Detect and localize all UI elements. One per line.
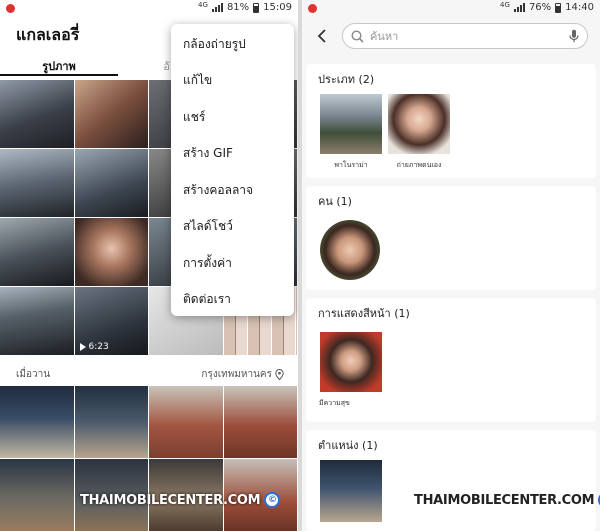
menu-item-create-collage[interactable]: สร้างคอลลาจ xyxy=(171,172,294,209)
status-bar: 4G 76% 14:40 xyxy=(302,0,600,16)
search-header: ค้นหา xyxy=(302,16,600,56)
watermark: THAIMOBILECENTER.COM © xyxy=(414,492,600,508)
photo-thumbnail[interactable] xyxy=(0,218,74,286)
section-date: เมื่อวาน xyxy=(16,368,51,380)
back-arrow-icon xyxy=(317,29,326,43)
photo-thumbnail[interactable] xyxy=(0,149,74,217)
expression-title: การแสดงสีหน้า (1) xyxy=(318,307,410,320)
battery-icon xyxy=(253,2,260,13)
app-notification-icon xyxy=(308,3,317,13)
category-title: ประเภท (2) xyxy=(318,73,375,86)
panorama-thumbnail[interactable] xyxy=(320,94,382,154)
photo-thumbnail[interactable] xyxy=(74,218,148,286)
location-card: ตำแหน่ง (1) xyxy=(306,430,596,531)
network-label: 4G xyxy=(198,1,208,10)
photo-thumbnail[interactable] xyxy=(0,386,74,458)
gallery-screen: 4G 81% 15:09 แกลเลอรี่ รูปภาพ อัลบั้ม 6:… xyxy=(0,0,298,531)
signal-icon xyxy=(513,3,525,13)
copyright-icon: © xyxy=(264,492,281,508)
clock: 15:09 xyxy=(263,2,292,14)
search-icon xyxy=(351,29,364,43)
app-notification-icon xyxy=(6,3,15,13)
menu-item-slideshow[interactable]: สไลด์โชว์ xyxy=(171,209,294,246)
category-card: ประเภท (2) พาโนราม่า ถ่ายภาพตนเอง xyxy=(306,64,596,178)
selfie-thumbnail[interactable] xyxy=(388,94,450,154)
person-face-thumbnail[interactable] xyxy=(320,220,380,280)
photo-thumbnail[interactable] xyxy=(0,287,74,355)
photo-grid-yesterday xyxy=(0,386,298,531)
people-card: คน (1) xyxy=(306,186,596,290)
menu-item-settings[interactable]: การตั้งค่า xyxy=(171,245,294,282)
overflow-menu: กล้องถ่ายรูป แก้ไข แชร์ สร้าง GIF สร้างค… xyxy=(171,24,294,316)
photo-thumbnail[interactable] xyxy=(223,386,297,458)
status-bar: 4G 81% 15:09 xyxy=(0,0,298,16)
photo-thumbnail[interactable] xyxy=(74,80,148,148)
photo-thumbnail[interactable] xyxy=(149,386,223,458)
photo-thumbnail[interactable] xyxy=(0,459,74,531)
happy-thumbnail[interactable] xyxy=(320,332,382,392)
search-placeholder: ค้นหา xyxy=(370,30,399,43)
people-title: คน (1) xyxy=(318,195,352,208)
menu-item-camera[interactable]: กล้องถ่ายรูป xyxy=(171,26,294,63)
play-icon xyxy=(79,343,86,351)
section-location[interactable]: กรุงเทพมหานคร xyxy=(201,367,284,382)
panorama-label: พาโนราม่า xyxy=(334,161,368,169)
location-pin-icon xyxy=(275,368,284,380)
battery-percent: 81% xyxy=(226,2,250,14)
signal-icon xyxy=(211,3,223,13)
menu-item-contact-us[interactable]: ติดต่อเรา xyxy=(171,282,294,319)
video-thumbnail[interactable]: 6:23 xyxy=(74,287,148,355)
happy-label: มีความสุข xyxy=(319,399,350,407)
date-section-header: เมื่อวาน กรุงเทพมหานคร xyxy=(0,364,298,384)
selfie-label: ถ่ายภาพตนเอง xyxy=(396,161,442,169)
video-duration-badge: 6:23 xyxy=(79,342,109,352)
watermark: THAIMOBILECENTER.COM © xyxy=(80,492,281,508)
back-button[interactable] xyxy=(312,26,332,46)
tab-pictures[interactable]: รูปภาพ xyxy=(0,54,118,76)
clock: 14:40 xyxy=(565,2,594,14)
expression-card: การแสดงสีหน้า (1) มีความสุข xyxy=(306,298,596,422)
battery-percent: 76% xyxy=(528,2,552,14)
menu-item-edit[interactable]: แก้ไข xyxy=(171,63,294,100)
search-screen: 4G 76% 14:40 ค้นหา ประเภท (2) พาโนราม่า … xyxy=(302,0,600,531)
battery-icon xyxy=(555,2,562,13)
photo-thumbnail[interactable] xyxy=(0,80,74,148)
network-label: 4G xyxy=(500,1,510,10)
photo-thumbnail[interactable] xyxy=(74,149,148,217)
location-title: ตำแหน่ง (1) xyxy=(318,439,378,452)
menu-item-create-gif[interactable]: สร้าง GIF xyxy=(171,136,294,173)
search-input[interactable]: ค้นหา xyxy=(342,23,588,49)
location-thumbnail[interactable] xyxy=(320,460,382,522)
menu-item-share[interactable]: แชร์ xyxy=(171,99,294,136)
photo-thumbnail[interactable] xyxy=(74,386,148,458)
microphone-icon[interactable] xyxy=(569,29,579,43)
